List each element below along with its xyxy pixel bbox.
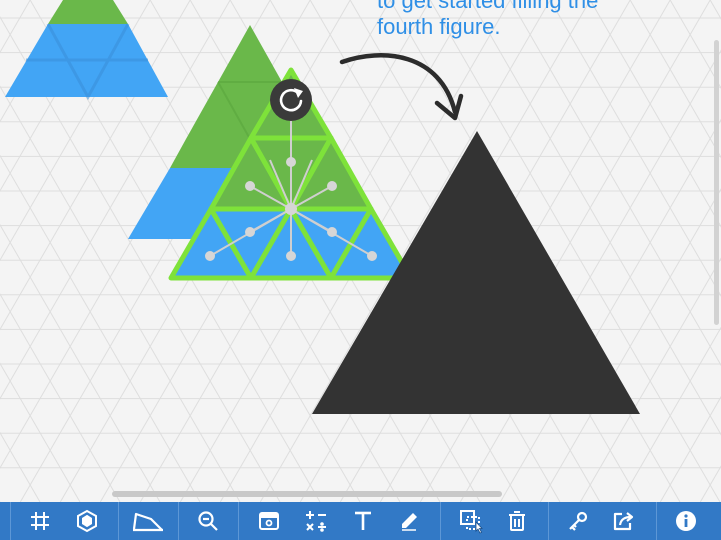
handle-node[interactable] [286,251,296,261]
canvas-area[interactable]: to get started filling the fourth figure… [0,0,721,502]
horizontal-scrollbar[interactable] [112,491,502,497]
handle-node[interactable] [286,157,296,167]
handle-node[interactable] [245,227,255,237]
toolbar-separator [10,502,11,540]
rotate-handle[interactable] [270,79,312,121]
background-icon [259,512,279,530]
info-icon [676,511,696,531]
shapes-layer [5,0,640,414]
figure-one-green-piece[interactable] [48,0,128,24]
handle-node[interactable] [327,181,337,191]
toolbar-separator [238,502,239,540]
zoom-out-icon [198,511,218,531]
key-icon [569,511,588,531]
line-tool-icon [132,512,163,532]
curved-arrow [339,53,464,121]
background-button[interactable] [249,502,289,540]
vertical-scrollbar[interactable] [714,40,719,325]
text-tool-button[interactable] [343,502,383,540]
share-icon [613,512,634,531]
toolbar-separator [178,502,179,540]
key-button[interactable] [558,502,598,540]
info-button[interactable] [666,502,706,540]
grid-icon [31,512,49,530]
hexagon-settings-button[interactable] [67,502,107,540]
toolbar-separator [548,502,549,540]
handle-node[interactable] [245,181,255,191]
handle-node[interactable] [327,227,337,237]
pencil-icon [402,513,417,531]
handle-node[interactable] [205,251,215,261]
bottom-toolbar [0,502,721,540]
math-symbols-icon [306,511,326,532]
select-copy-button[interactable] [451,502,491,540]
trash-button[interactable] [497,502,537,540]
handle-node[interactable] [367,251,377,261]
instruction-line-2: fourth figure. [377,14,501,39]
handle-node[interactable] [285,203,297,215]
grid-button[interactable] [20,502,60,540]
trash-icon [509,511,525,531]
line-tool-button[interactable] [128,502,168,540]
toolbar-separator [656,502,657,540]
hexagon-settings-icon [77,509,97,533]
toolbar-separator [118,502,119,540]
figure-one[interactable] [5,0,168,101]
share-button[interactable] [604,502,644,540]
select-copy-icon [460,510,483,534]
zoom-out-button[interactable] [188,502,228,540]
math-symbols-button[interactable] [296,502,336,540]
toolbar-separator [440,502,441,540]
text-tool-icon [355,511,371,530]
instruction-text: to get started filling the fourth figure… [377,0,697,40]
instruction-line-1: to get started filling the [377,0,599,13]
pencil-button[interactable] [389,502,429,540]
